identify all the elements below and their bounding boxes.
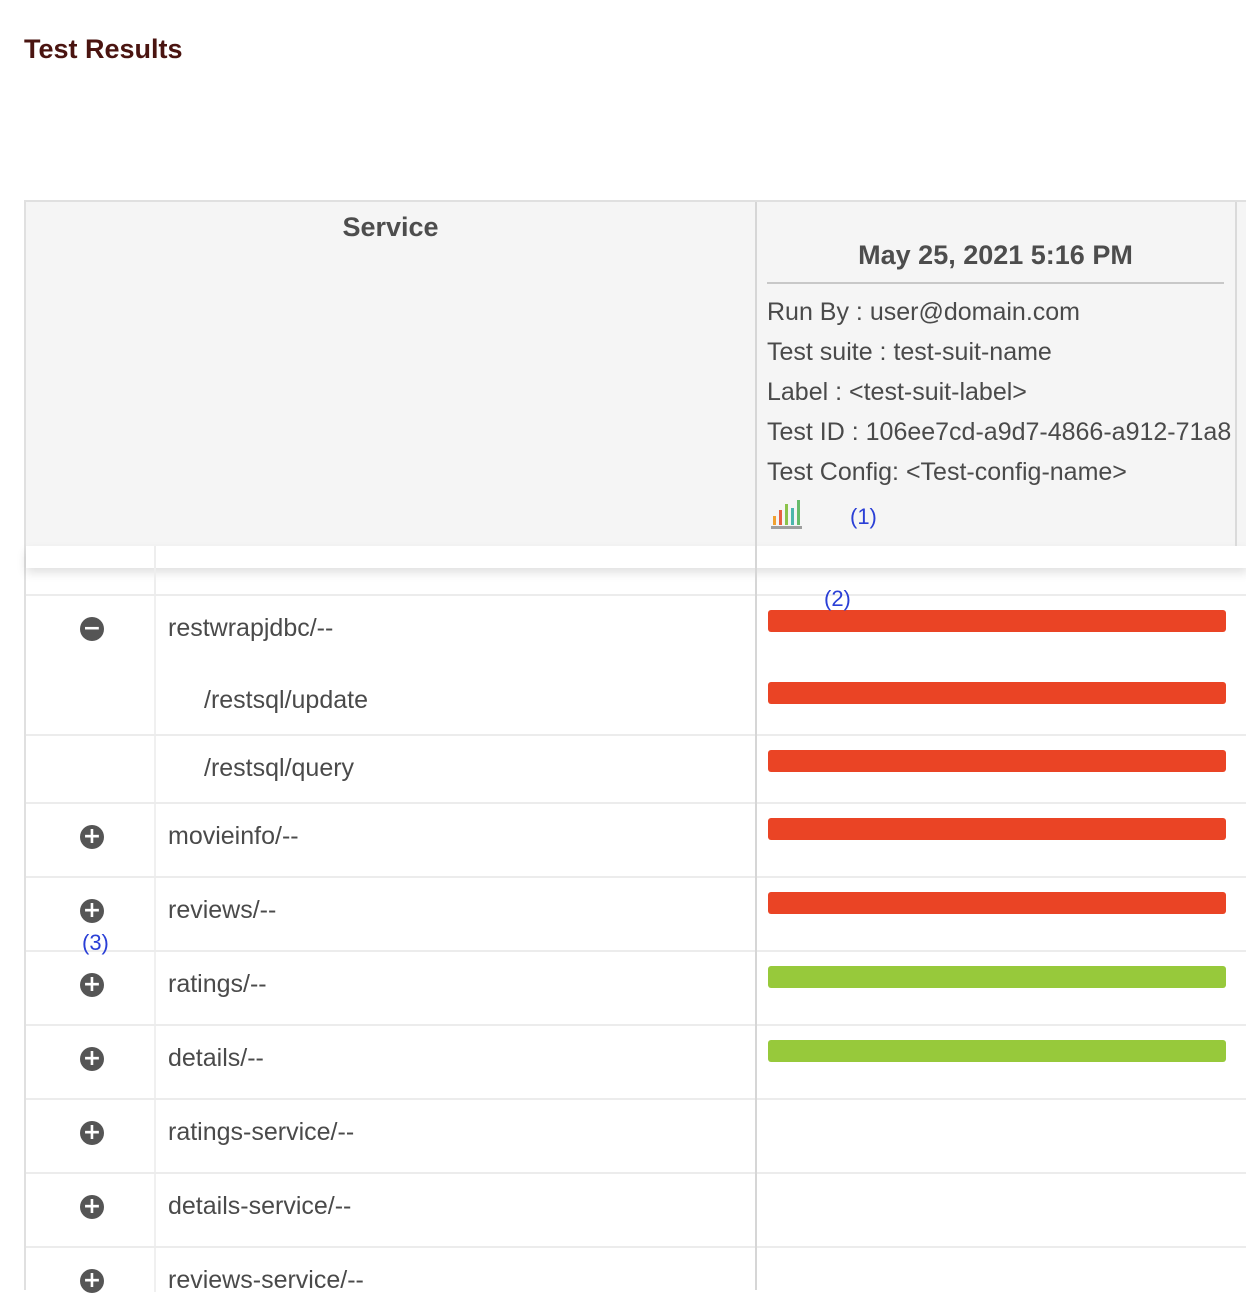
run-header-divider [767, 282, 1224, 284]
status-bar-fail [768, 682, 1226, 704]
expand-plus-icon[interactable]: + [80, 1047, 104, 1071]
column-divider [755, 202, 757, 1290]
page-title: Test Results [24, 34, 183, 64]
expand-plus-icon[interactable]: + [80, 1121, 104, 1145]
run-date-header: May 25, 2021 5:16 PM [858, 240, 1133, 270]
service-label[interactable]: ratings-service/-- [168, 1118, 354, 1147]
test-config: Test Config: <Test-config-name> [767, 458, 1127, 486]
bar-chart-icon[interactable] [770, 498, 804, 530]
collapse-minus-icon[interactable]: − [80, 617, 104, 641]
status-bar-pass [768, 1040, 1226, 1062]
test-id: Test ID : 106ee7cd-a9d7-4866-a912-71a8 [767, 418, 1232, 446]
endpoint-label[interactable]: /restsql/query [204, 754, 354, 783]
service-label[interactable]: reviews/-- [168, 896, 276, 925]
row-divider [154, 952, 156, 1024]
service-label[interactable]: restwrapjdbc/-- [168, 614, 333, 643]
expand-plus-icon[interactable]: + [80, 1269, 104, 1293]
table-row: /restsql/query [26, 734, 1246, 802]
expand-plus-icon[interactable]: + [80, 973, 104, 997]
table-row: + reviews/-- [26, 876, 1246, 950]
annotation-3: (3) [82, 930, 109, 955]
test-label: Label : <test-suit-label> [767, 378, 1027, 406]
table-row: + ratings/-- [26, 950, 1246, 1024]
test-suite: Test suite : test-suit-name [767, 338, 1052, 366]
blank-row-divider [154, 546, 156, 594]
service-column-header: Service [342, 212, 439, 242]
endpoint-label[interactable]: /restsql/update [204, 686, 368, 715]
expand-plus-icon[interactable]: + [80, 899, 104, 923]
run-by: Run By : user@domain.com [767, 298, 1081, 326]
service-label[interactable]: details-service/-- [168, 1192, 351, 1221]
service-label[interactable]: details/-- [168, 1044, 264, 1073]
row-divider [154, 1026, 156, 1098]
row-divider [154, 736, 156, 802]
service-label[interactable]: reviews-service/-- [168, 1266, 364, 1295]
expand-plus-icon[interactable]: + [80, 1195, 104, 1219]
status-bar-fail [768, 892, 1226, 914]
row-divider [154, 878, 156, 950]
status-bar-fail [768, 750, 1226, 772]
status-bar-pass [768, 966, 1226, 988]
table-row: + movieinfo/-- [26, 802, 1246, 876]
status-bar-fail [768, 818, 1226, 840]
column-divider-right [1235, 202, 1237, 546]
expand-plus-icon[interactable]: + [80, 825, 104, 849]
table-row: + ratings-service/-- [26, 1098, 1246, 1172]
run-metadata: Run By : user@domain.com Test suite : te… [767, 292, 1235, 492]
row-divider [154, 1248, 156, 1292]
row-divider [154, 804, 156, 876]
table-row: + details/-- [26, 1024, 1246, 1098]
table-row: − restwrapjdbc/-- /restsql/update [26, 594, 1246, 734]
row-divider [154, 596, 156, 734]
test-results-table: Service May 25, 2021 5:16 PM Run By : us… [24, 200, 1246, 1295]
row-divider [154, 1174, 156, 1246]
table-row: + reviews-service/-- [26, 1246, 1246, 1295]
row-divider [154, 1100, 156, 1172]
table-row: + details-service/-- [26, 1172, 1246, 1246]
service-label[interactable]: ratings/-- [168, 970, 267, 999]
service-label[interactable]: movieinfo/-- [168, 822, 299, 851]
status-bar-fail [768, 610, 1226, 632]
header-shadow [26, 546, 1246, 568]
annotation-2: (2) [824, 586, 851, 611]
annotation-1: (1) [850, 504, 877, 529]
